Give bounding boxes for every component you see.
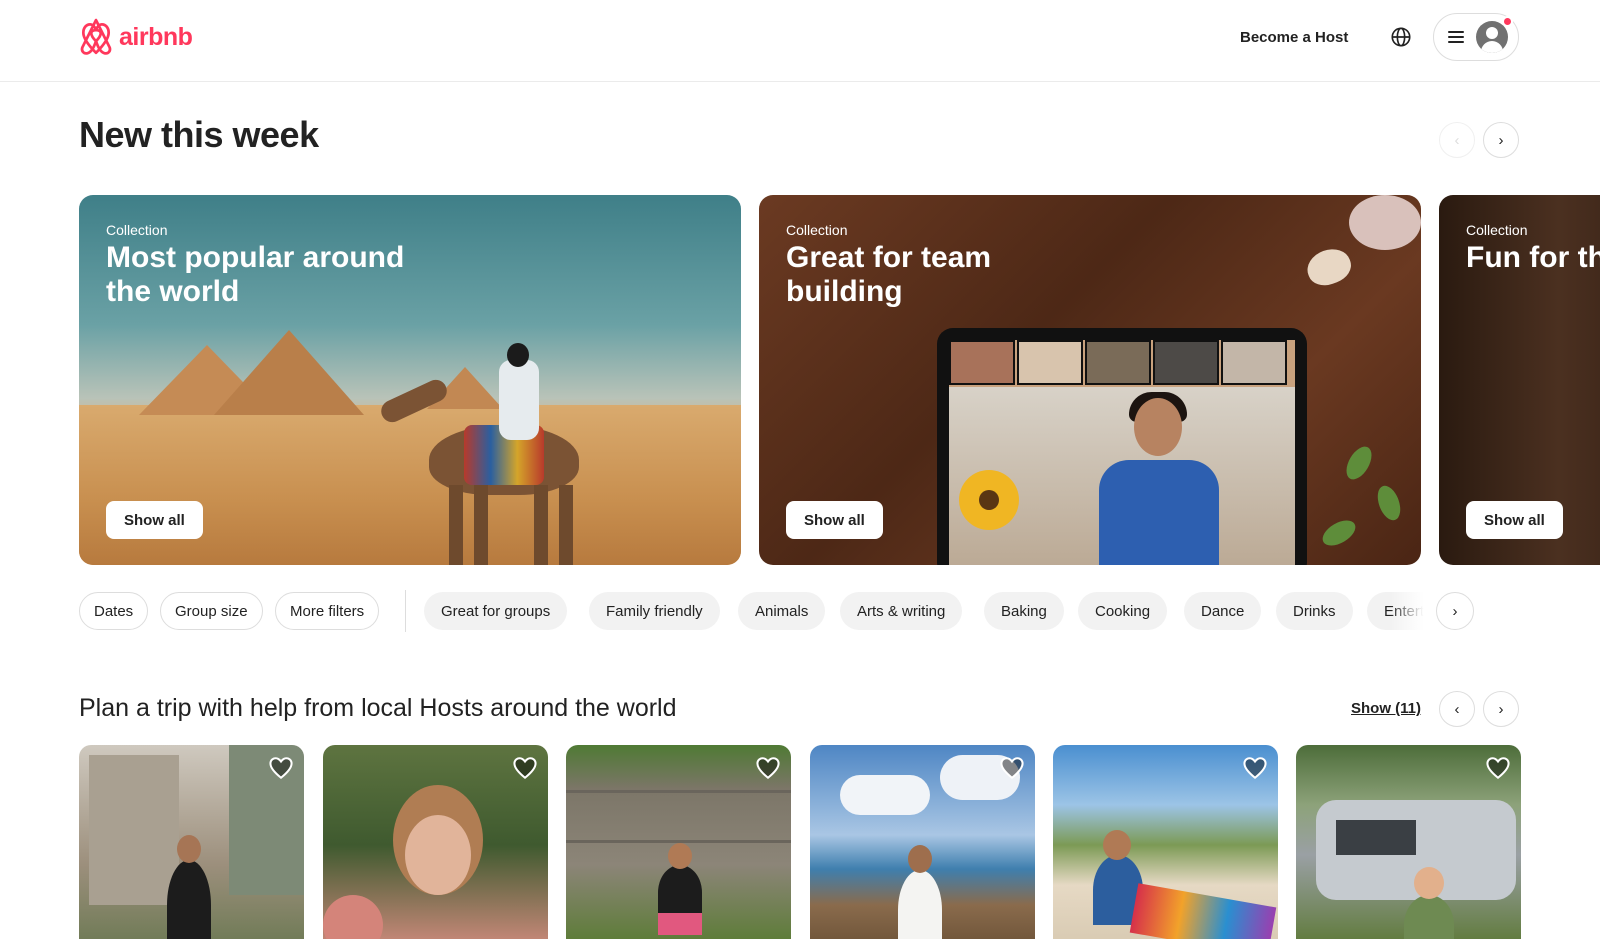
show-all-button[interactable]: Show all: [106, 501, 203, 539]
show-all-button[interactable]: Show all: [1466, 501, 1563, 539]
section-title-new-this-week: New this week: [79, 114, 319, 155]
section-title-plan-trip: Plan a trip with help from local Hosts a…: [79, 694, 677, 722]
category-arts-writing[interactable]: Arts & writing: [840, 592, 963, 630]
category-great-for-groups[interactable]: Great for groups: [424, 592, 568, 630]
chevron-right-icon: ›: [1452, 602, 1458, 620]
collection-card-fun[interactable]: Collection Fun for the Show all: [1439, 195, 1600, 565]
card-title: Great for team building: [786, 241, 992, 308]
hosts-prev-button[interactable]: ‹: [1439, 691, 1475, 727]
carousel-prev-button[interactable]: ‹: [1439, 122, 1475, 158]
top-header: airbnb Become a Host: [0, 0, 1600, 82]
filter-dates[interactable]: Dates: [79, 592, 149, 630]
category-baking[interactable]: Baking: [984, 592, 1064, 630]
filter-divider: [405, 590, 406, 632]
logo-text: airbnb: [119, 22, 193, 51]
collection-card-most-popular[interactable]: Collection Most popular around the world…: [79, 195, 741, 565]
card-title: Most popular around the world: [106, 241, 405, 308]
airbnb-logo[interactable]: airbnb: [79, 18, 193, 56]
host-card[interactable]: [1053, 745, 1278, 939]
chevron-right-icon: ›: [1498, 700, 1504, 718]
chevron-left-icon: ‹: [1454, 700, 1460, 718]
filters-next-button[interactable]: ›: [1436, 592, 1474, 630]
filter-more-filters[interactable]: More filters: [275, 592, 380, 630]
host-card[interactable]: [79, 745, 304, 939]
filter-group-size[interactable]: Group size: [160, 592, 263, 630]
card-label: Collection: [786, 222, 848, 238]
category-animals[interactable]: Animals: [738, 592, 826, 630]
host-card[interactable]: [566, 745, 791, 939]
card-title: Fun for the: [1466, 241, 1600, 274]
show-all-hosts-link[interactable]: Show (11): [1351, 700, 1421, 717]
host-card[interactable]: [810, 745, 1035, 939]
host-card[interactable]: [323, 745, 548, 939]
collection-card-team-building[interactable]: Collection Great for team building Show …: [759, 195, 1421, 565]
heart-icon[interactable]: [1485, 755, 1511, 781]
category-dance[interactable]: Dance: [1184, 592, 1262, 630]
heart-icon[interactable]: [1242, 755, 1268, 781]
chevron-left-icon: ‹: [1454, 131, 1460, 149]
card-label: Collection: [106, 222, 168, 238]
category-family-friendly[interactable]: Family friendly: [589, 592, 720, 630]
heart-icon[interactable]: [999, 755, 1025, 781]
carousel-next-button[interactable]: ›: [1483, 122, 1519, 158]
become-host-link[interactable]: Become a Host: [1240, 26, 1348, 49]
category-drinks[interactable]: Drinks: [1276, 592, 1353, 630]
hamburger-icon: [1448, 30, 1466, 44]
chevron-right-icon: ›: [1498, 131, 1504, 149]
heart-icon[interactable]: [268, 755, 294, 781]
airbnb-logo-icon: [80, 18, 112, 55]
show-all-button[interactable]: Show all: [786, 501, 883, 539]
hosts-next-button[interactable]: ›: [1483, 691, 1519, 727]
heart-icon[interactable]: [512, 755, 538, 781]
globe-icon[interactable]: [1390, 26, 1412, 48]
notification-dot: [1502, 16, 1513, 27]
card-label: Collection: [1466, 222, 1528, 238]
host-card[interactable]: [1296, 745, 1521, 939]
heart-icon[interactable]: [755, 755, 781, 781]
category-cooking[interactable]: Cooking: [1078, 592, 1168, 630]
